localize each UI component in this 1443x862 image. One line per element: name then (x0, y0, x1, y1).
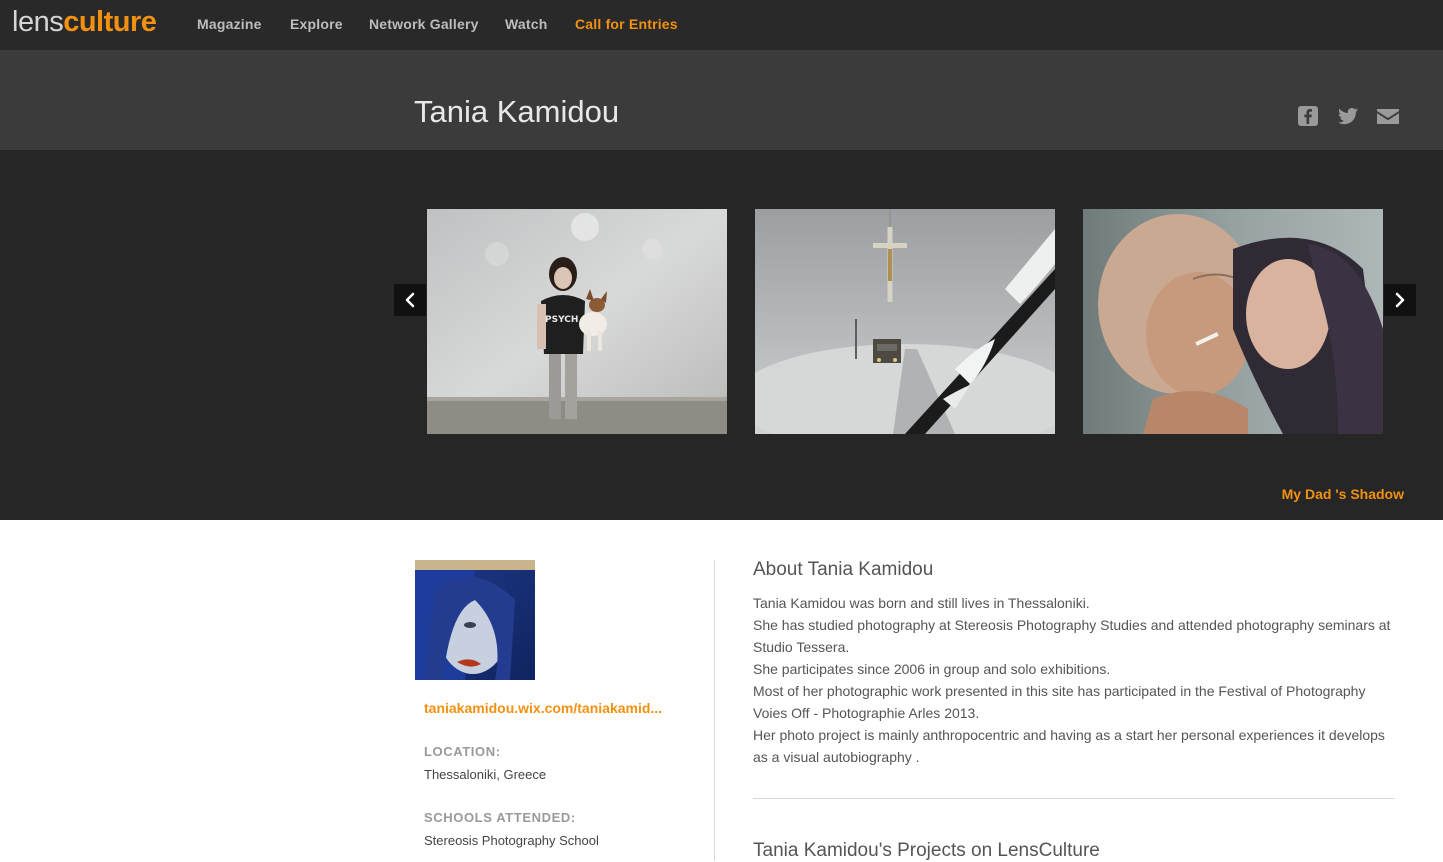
project-gallery: PSYCH My Dad 's Shadow (0, 150, 1443, 520)
gallery-photo-1[interactable]: PSYCH (427, 209, 727, 434)
photo-woman-with-dog: PSYCH (427, 209, 727, 434)
nav-call-for-entries[interactable]: Call for Entries (575, 16, 678, 32)
website-link[interactable]: taniakamidou.wix.com/taniakamid... (424, 700, 662, 716)
bio-paragraph: Most of her photographic work presented … (753, 683, 1366, 721)
photo-crucifix-snow-road (755, 209, 1055, 434)
gallery-photo-2[interactable] (755, 209, 1055, 434)
page-title: Tania Kamidou (414, 94, 620, 129)
title-bar: Tania Kamidou (0, 50, 1443, 150)
avatar-image (415, 560, 535, 680)
gallery-next-button[interactable] (1384, 284, 1416, 316)
gallery-prev-button[interactable] (394, 284, 426, 316)
logo-lens-text: lens (12, 6, 64, 38)
nav-magazine[interactable]: Magazine (197, 16, 262, 32)
twitter-icon[interactable] (1336, 104, 1360, 128)
project-title-link[interactable]: My Dad 's Shadow (1282, 486, 1404, 502)
email-icon[interactable] (1376, 104, 1400, 128)
bio-paragraph: She participates since 2006 in group and… (753, 661, 1111, 677)
bio-paragraph: She has studied photography at Stereosis… (753, 617, 1391, 655)
bio-text: Tania Kamidou was born and still lives i… (753, 592, 1398, 768)
projects-heading: Tania Kamidou's Projects on LensCulture (753, 840, 1100, 861)
chevron-left-icon (405, 292, 415, 308)
bio-paragraph: Tania Kamidou was born and still lives i… (753, 595, 1090, 611)
about-heading: About Tania Kamidou (753, 559, 934, 580)
nav-watch[interactable]: Watch (505, 16, 547, 32)
schools-label: SCHOOLS ATTENDED: (424, 810, 576, 825)
facebook-icon[interactable] (1296, 104, 1320, 128)
lensculture-logo[interactable]: lensculture (12, 5, 157, 39)
location-label: LOCATION: (424, 744, 501, 759)
logo-culture-text: culture (63, 6, 157, 38)
top-navigation: lensculture Magazine Explore Network Gal… (0, 0, 1443, 50)
column-divider (714, 560, 715, 861)
gallery-photo-3[interactable] (1083, 209, 1383, 434)
bio-paragraph: Her photo project is mainly anthropocent… (753, 727, 1385, 765)
chevron-right-icon (1395, 292, 1405, 308)
nav-network-gallery[interactable]: Network Gallery (369, 16, 479, 32)
location-value: Thessaloniki, Greece (424, 767, 547, 782)
nav-explore[interactable]: Explore (290, 16, 343, 32)
svg-text:PSYCH: PSYCH (545, 315, 578, 325)
avatar (415, 560, 535, 680)
school-value: Stereosis Photography School (424, 833, 599, 848)
section-divider (753, 798, 1395, 799)
photo-women-cigarette (1083, 209, 1383, 434)
